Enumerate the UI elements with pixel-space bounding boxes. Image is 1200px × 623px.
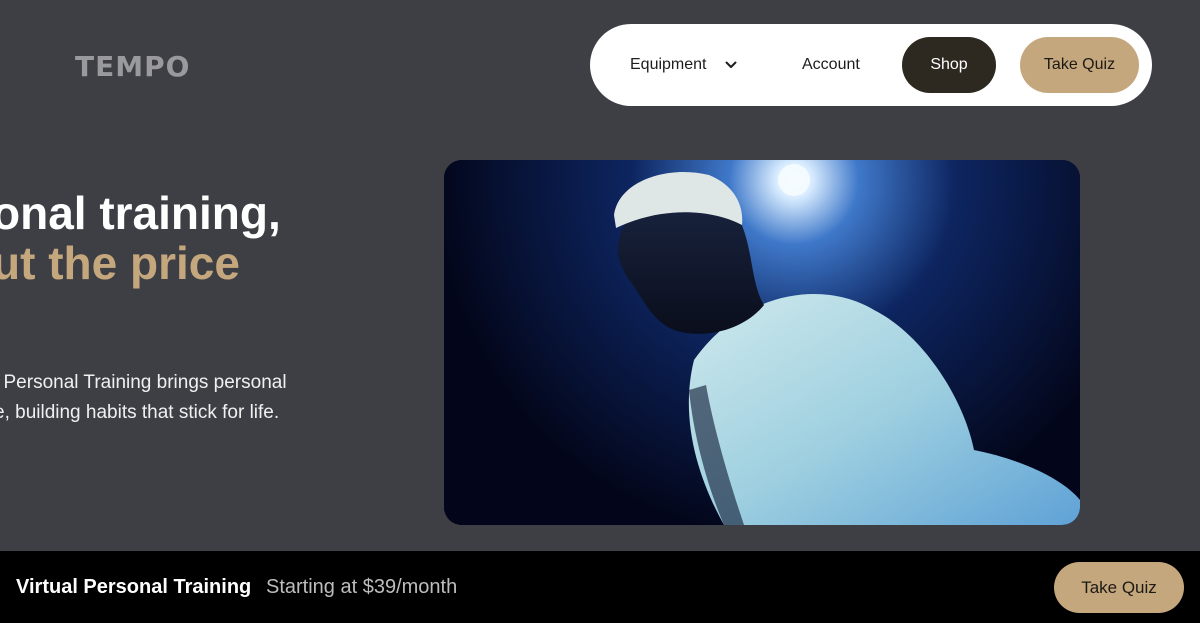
hero-description-line2: e, building habits that stick for life. <box>0 402 280 423</box>
sticky-bottom-bar: Virtual Personal Training Starting at $3… <box>0 551 1200 623</box>
hero-title-line1: onal training, <box>0 187 281 239</box>
hero-title: onal training, ut the price <box>0 188 281 288</box>
nav-account-link[interactable]: Account <box>802 24 860 106</box>
page: TEMPO Equipment Account Shop Take Quiz o… <box>0 0 1200 623</box>
hero-video-frame <box>444 160 1080 525</box>
bottom-bar-price: Starting at $39/month <box>266 575 458 598</box>
hero-description-line1: l Personal Training brings personal <box>0 372 287 393</box>
take-quiz-button[interactable]: Take Quiz <box>1020 37 1139 93</box>
nav-equipment-label: Equipment <box>630 56 707 73</box>
bottom-bar-title: Virtual Personal Training <box>16 575 252 598</box>
tempo-logo[interactable]: TEMPO <box>75 50 190 83</box>
shop-button[interactable]: Shop <box>902 37 996 93</box>
hero-title-line2: ut the price <box>0 237 240 289</box>
bottom-take-quiz-button[interactable]: Take Quiz <box>1054 562 1184 613</box>
spotlight <box>778 164 810 196</box>
hero-description: l Personal Training brings personal e, b… <box>0 368 287 428</box>
hero-video[interactable] <box>444 160 1080 525</box>
main-nav: Equipment Account Shop Take Quiz <box>590 24 1152 106</box>
chevron-down-icon <box>725 61 737 69</box>
nav-equipment-dropdown[interactable]: Equipment <box>630 24 737 106</box>
